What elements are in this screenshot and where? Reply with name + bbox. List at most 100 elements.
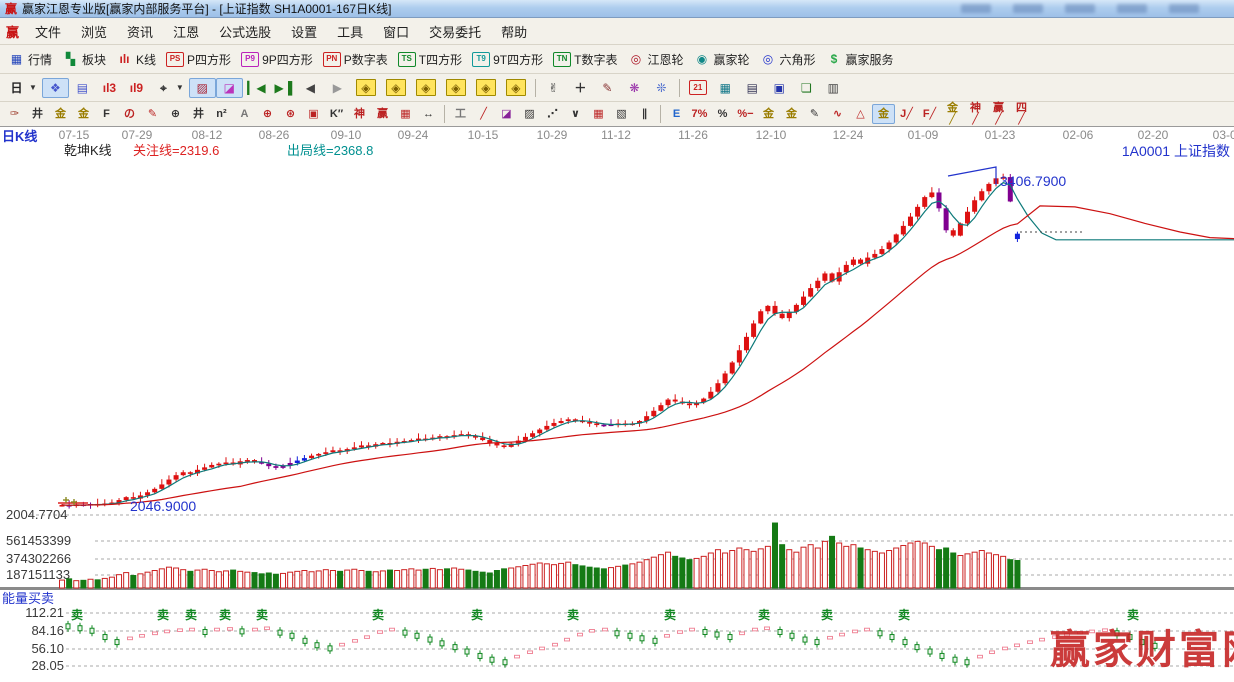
next-bar-button[interactable]: ▶ [324,78,351,98]
k-mark-tool[interactable]: K″ [325,104,348,124]
red-grid-tool[interactable]: ▦ [587,104,610,124]
winner-wheel-button[interactable]: ◉ 赢家轮 [688,49,754,70]
wave-tool[interactable]: ∿ [826,104,849,124]
t-table-button[interactable]: TN T数字表 [548,49,622,70]
gann-diamond-4[interactable]: ◈ [441,77,471,98]
shade-box-tool[interactable]: ▨ [518,104,541,124]
menu-browse[interactable]: 浏览 [71,20,117,43]
multi-line-tool[interactable]: ⋰ [541,104,564,124]
p-table-button[interactable]: PN P数字表 [318,49,393,70]
print-button[interactable]: ▥ [820,78,847,98]
market-button[interactable]: ▦ 行情 [3,49,57,70]
crosshair-button-icon: ＋ [574,80,587,95]
winner-service-button[interactable]: $ 赢家服务 [821,49,899,70]
fan-box-tool[interactable]: ◪ [495,104,518,124]
info-panel-button[interactable]: ▤ [69,78,96,98]
first-bar-button[interactable]: ▎◀ [243,78,270,98]
grid123-tool[interactable]: ▦ [394,104,417,124]
circle-rule-tool[interactable]: ⊕ [164,104,187,124]
grid-tool[interactable]: 井 [26,104,49,124]
pattern-window-button[interactable]: ❖ [41,77,69,98]
calculator-button[interactable]: ▦ [712,78,739,98]
notes-button[interactable]: ▤ [739,78,766,98]
menu-tools[interactable]: 工具 [327,20,373,43]
parallel-lines-tool[interactable]: ∥ [633,104,656,124]
brush-tool[interactable]: ✑ [3,104,26,124]
9p-square-button[interactable]: P9 9P四方形 [236,49,318,70]
menu-trade[interactable]: 交易委托 [419,20,491,43]
tsquare-tool[interactable]: 工 [449,104,472,124]
kline-button[interactable]: ılı K线 [111,49,161,70]
star-tool[interactable]: ⊛ [279,104,302,124]
f-angle-tool[interactable]: F╱ [918,104,941,124]
prev-bar-button[interactable]: ◀ [297,78,324,98]
ts-box-icon: TS [397,51,416,67]
box-tool[interactable]: ▣ [302,104,325,124]
menu-settings[interactable]: 设置 [281,20,327,43]
j-angle-tool[interactable]: J╱ [895,104,918,124]
color-flag-button[interactable]: ◪ [215,77,243,98]
p-square-button[interactable]: PS P四方形 [161,49,236,70]
ruler-grid-tool[interactable]: 井 [187,104,210,124]
menu-window[interactable]: 窗口 [373,20,419,43]
gold-circle-tool-icon: 金 [763,107,774,120]
percent7-tool[interactable]: 7% [688,104,711,124]
pattern-button[interactable]: ❊ [648,78,675,98]
gann-diamond-2[interactable]: ◈ [381,77,411,98]
menu-news[interactable]: 资讯 [117,20,163,43]
gold-line-tool[interactable]: 金 [780,104,803,124]
span-tool[interactable]: ↔ [417,104,440,124]
gold-grid-tool[interactable]: 金 [49,104,72,124]
marker-button[interactable]: ▨ [188,77,216,98]
scale-tool[interactable]: E [665,104,688,124]
annotate-button[interactable]: ✎ [594,78,621,98]
menu-help[interactable]: 帮助 [491,20,537,43]
gann-diamond-1[interactable]: ◈ [351,77,381,98]
ornament-button[interactable]: ❋ [621,78,648,98]
sectors-button[interactable]: ▚ 板块 [57,49,111,70]
menu-formula-pick[interactable]: 公式选股 [209,20,281,43]
spiral-tool[interactable]: の [118,104,141,124]
gold-angle-tool[interactable]: 金╱ [941,103,964,125]
gold-angle-sel-tool[interactable]: 金 [872,104,895,124]
triangle-tool[interactable]: △ [849,104,872,124]
percent-line-tool[interactable]: %− [734,104,757,124]
9t-square-button[interactable]: T9 9T四方形 [467,49,548,70]
gann-diamond-5[interactable]: ◈ [471,77,501,98]
fan-red-tool[interactable]: ╱ [472,104,495,124]
gann-wheel-button[interactable]: ◎ 江恩轮 [622,49,688,70]
save-button[interactable]: ▣ [766,78,793,98]
target-tool[interactable]: ⊕ [256,104,279,124]
pin-dropdown-icon: ⌖ [160,80,167,95]
calendar-button[interactable]: 21 [684,78,712,97]
chart-9-button[interactable]: ıl9 [123,78,150,98]
gold-grid9-tool[interactable]: 金 [72,104,95,124]
period-day-dropdown[interactable]: 日 ▼ [3,78,42,98]
menu-gann[interactable]: 江恩 [163,20,209,43]
pin-dropdown[interactable]: ⌖ ▼ [150,78,189,98]
pivot-pen-tool[interactable]: ✎ [803,104,826,124]
grid-arrow-tool[interactable]: ▧ [610,104,633,124]
chart-3-button[interactable]: ıl3 [96,78,123,98]
hexagon-button[interactable]: ◎ 六角形 [755,49,821,70]
ying-angle-tool[interactable]: 赢╱ [987,103,1010,125]
v-line-tool[interactable]: ∨ [564,104,587,124]
gann-diamond-3[interactable]: ◈ [411,77,441,98]
gold-circle-tool[interactable]: 金 [757,104,780,124]
angle-brush-tool[interactable]: ✎ [141,104,164,124]
t-square-button[interactable]: TS T四方形 [393,49,467,70]
shen-tool[interactable]: 神 [348,104,371,124]
shen-angle-tool[interactable]: 神╱ [964,103,987,125]
four-angle-tool[interactable]: 四╱ [1010,103,1033,125]
percent-tool[interactable]: % [711,104,734,124]
gann-diamond-6[interactable]: ◈ [501,77,531,98]
web-export-button[interactable]: ❏ [793,78,820,98]
menu-file[interactable]: 文件 [25,20,71,43]
pan-hand-button[interactable]: ✌ [540,78,567,98]
f-grid-tool[interactable]: F [95,104,118,124]
square-of-nine-tool[interactable]: n² [210,104,233,124]
crosshair-button[interactable]: ＋ [567,78,594,98]
fan-a-tool[interactable]: A [233,104,256,124]
ying-tool[interactable]: 赢 [371,104,394,124]
last-bar-button[interactable]: ▶▐ [270,78,297,98]
